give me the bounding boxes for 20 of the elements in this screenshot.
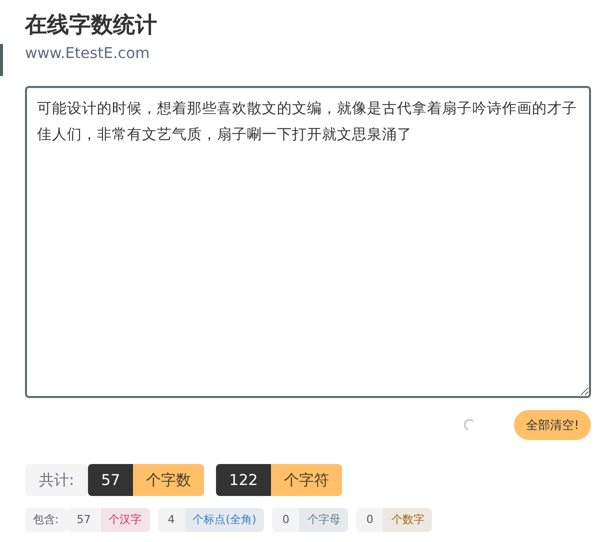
page-title: 在线字数统计 <box>25 12 158 40</box>
total-count: 57 <box>88 464 134 496</box>
detail-unit: 个汉字 <box>100 508 150 532</box>
detail-unit: 个标点(全角) <box>184 508 264 532</box>
detail-count: 0 <box>281 512 290 528</box>
includes-label: 包含: <box>25 508 67 532</box>
detail-count: 4 <box>166 512 176 528</box>
detail-count: 0 <box>365 512 374 528</box>
detail-count: 57 <box>76 512 92 528</box>
detail-unit: 个字母 <box>299 508 348 532</box>
total-unit: 个字符 <box>270 464 342 496</box>
total-unit: 个字数 <box>133 464 204 496</box>
side-marker <box>0 44 3 76</box>
text-input-field[interactable]: 可能设计的时候，想着那些喜欢散文的文编，就像是古代拿着扇子吟诗作画的才子佳人们，非常有文艺气质，扇子唰一下打开就文思泉涌了 <box>25 86 591 398</box>
total-label: 共计: <box>25 464 88 496</box>
total-count: 122 <box>216 464 271 496</box>
detail-unit: 个数字 <box>383 508 432 532</box>
site-url: www.EtestE.com <box>25 43 151 64</box>
clear-all-button[interactable]: 全部清空! <box>514 410 591 440</box>
loading-spinner-icon <box>464 419 476 431</box>
